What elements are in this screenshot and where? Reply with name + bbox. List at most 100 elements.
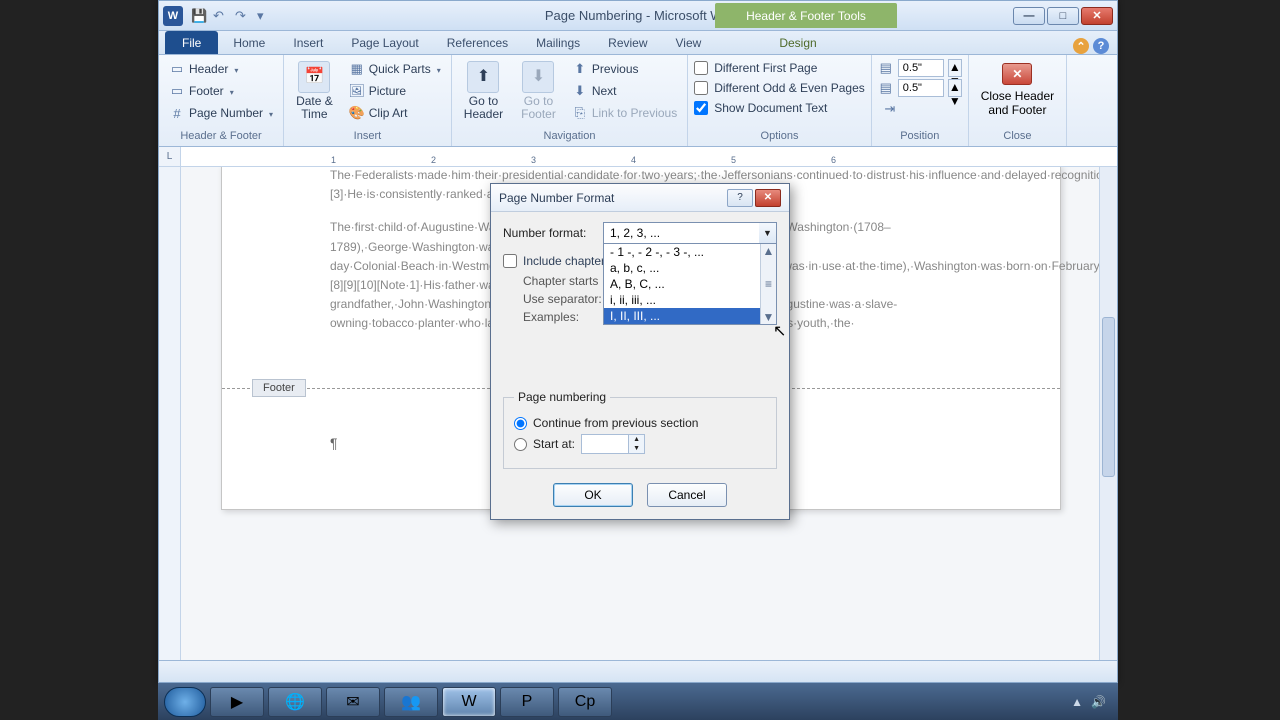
tab-design[interactable]: Design bbox=[766, 31, 829, 54]
tab-view[interactable]: View bbox=[663, 31, 715, 54]
dropdown-option[interactable]: A, B, C, ... bbox=[604, 276, 776, 292]
status-bar bbox=[159, 660, 1117, 682]
tray-icon[interactable]: ▲ bbox=[1071, 695, 1083, 709]
minimize-button[interactable]: — bbox=[1013, 7, 1045, 25]
ribbon: ▭Header ▭Footer #Page Number Header & Fo… bbox=[159, 55, 1117, 147]
taskbar-item[interactable]: ▶ bbox=[210, 687, 264, 717]
start-at-spinner[interactable]: ▲▼ bbox=[581, 434, 645, 454]
dropdown-option[interactable]: i, ii, iii, ... bbox=[604, 292, 776, 308]
window-controls: — □ ✕ bbox=[1013, 7, 1113, 25]
datetime-button[interactable]: 📅Date & Time bbox=[290, 59, 339, 123]
chevron-down-icon[interactable]: ▼ bbox=[759, 222, 777, 244]
group-label: Options bbox=[694, 130, 865, 142]
tab-references[interactable]: References bbox=[434, 31, 521, 54]
clipart-icon: 🎨 bbox=[349, 105, 365, 121]
dialog-title: Page Number Format bbox=[499, 191, 614, 205]
dropdown-option[interactable]: - 1 -, - 2 -, - 3 -, ... bbox=[604, 244, 776, 260]
continue-radio[interactable]: Continue from previous section bbox=[514, 416, 766, 430]
tab-review[interactable]: Review bbox=[595, 31, 660, 54]
number-format-input[interactable] bbox=[603, 222, 777, 244]
footer-bottom-spinner[interactable]: ▤▲▼ bbox=[878, 79, 962, 97]
tray-icon[interactable]: 🔊 bbox=[1091, 695, 1106, 709]
dropdown-option[interactable]: I, II, III, ... bbox=[604, 308, 776, 324]
previous-icon: ⬆ bbox=[572, 61, 588, 77]
taskbar-item[interactable]: ✉ bbox=[326, 687, 380, 717]
word-app-icon: W bbox=[163, 6, 183, 26]
page-numbering-fieldset: Page numbering Continue from previous se… bbox=[503, 390, 777, 469]
scrollbar-thumb[interactable] bbox=[1102, 317, 1115, 477]
pagenum-icon: # bbox=[169, 105, 185, 121]
titlebar: W 💾 ↶ ↷ ▾ Page Numbering - Microsoft Wor… bbox=[159, 1, 1117, 31]
group-label: Header & Footer bbox=[165, 130, 277, 142]
picture-button[interactable]: 🖼Picture bbox=[345, 81, 445, 101]
horizontal-ruler[interactable]: 123456 bbox=[181, 147, 1117, 166]
close-header-footer-button[interactable]: ✕ Close Header and Footer bbox=[975, 59, 1060, 121]
dialog-help-button[interactable]: ? bbox=[727, 189, 753, 207]
taskbar-item[interactable]: Cp bbox=[558, 687, 612, 717]
clipart-button[interactable]: 🎨Clip Art bbox=[345, 103, 445, 123]
header-top-spinner[interactable]: ▤▲▼ bbox=[878, 59, 962, 77]
footer-icon: ▭ bbox=[169, 83, 185, 99]
vertical-scrollbar[interactable] bbox=[1099, 167, 1117, 660]
ruler-selector[interactable]: L bbox=[159, 147, 181, 166]
cancel-button[interactable]: Cancel bbox=[647, 483, 727, 507]
ribbon-minimize-icon[interactable]: ⌃ bbox=[1073, 38, 1089, 54]
link-previous-button[interactable]: ⎘Link to Previous bbox=[568, 103, 681, 123]
ok-button[interactable]: OK bbox=[553, 483, 633, 507]
header-button[interactable]: ▭Header bbox=[165, 59, 277, 79]
start-at-radio[interactable]: Start at: ▲▼ bbox=[514, 434, 766, 454]
help-icon[interactable]: ? bbox=[1093, 38, 1109, 54]
taskbar-item-word[interactable]: W bbox=[442, 687, 496, 717]
group-label: Navigation bbox=[458, 130, 681, 142]
qat-more-icon[interactable]: ▾ bbox=[257, 8, 273, 24]
ribbon-right-icons: ⌃ ? bbox=[1073, 38, 1117, 54]
number-format-dropdown: - 1 -, - 2 -, - 3 -, ... a, b, c, ... A,… bbox=[603, 243, 777, 325]
page-number-button[interactable]: #Page Number bbox=[165, 103, 277, 123]
redo-icon[interactable]: ↷ bbox=[235, 8, 251, 24]
tab-file[interactable]: File bbox=[165, 31, 218, 54]
undo-icon[interactable]: ↶ bbox=[213, 8, 229, 24]
goto-header-button[interactable]: ⬆Go to Header bbox=[458, 59, 509, 123]
taskbar-item[interactable]: 🌐 bbox=[268, 687, 322, 717]
group-label: Position bbox=[878, 130, 962, 142]
taskbar: ▶ 🌐 ✉ 👥 W P Cp ▲🔊 bbox=[158, 683, 1118, 720]
close-button[interactable]: ✕ bbox=[1081, 7, 1113, 25]
different-odd-even-checkbox[interactable]: Different Odd & Even Pages bbox=[694, 79, 865, 97]
footer-tag: Footer bbox=[252, 379, 306, 397]
tab-mailings[interactable]: Mailings bbox=[523, 31, 593, 54]
goto-footer-button[interactable]: ⬇Go to Footer bbox=[515, 59, 562, 123]
tab-icon: ⇥ bbox=[882, 101, 898, 117]
dropdown-option[interactable]: a, b, c, ... bbox=[604, 260, 776, 276]
maximize-button[interactable]: □ bbox=[1047, 7, 1079, 25]
vertical-ruler[interactable] bbox=[159, 167, 181, 660]
quickparts-button[interactable]: ▦Quick Parts bbox=[345, 59, 445, 79]
taskbar-item-powerpoint[interactable]: P bbox=[500, 687, 554, 717]
next-button[interactable]: ⬇Next bbox=[568, 81, 681, 101]
dropdown-scrollbar[interactable]: ▲≡▼ bbox=[760, 244, 776, 324]
link-icon: ⎘ bbox=[572, 105, 588, 121]
tab-insert[interactable]: Insert bbox=[280, 31, 336, 54]
number-format-combo[interactable]: ▼ - 1 -, - 2 -, - 3 -, ... a, b, c, ... … bbox=[603, 222, 777, 244]
next-icon: ⬇ bbox=[572, 83, 588, 99]
ruler-row: L 123456 bbox=[159, 147, 1117, 167]
system-tray[interactable]: ▲🔊 bbox=[1071, 695, 1112, 709]
save-icon[interactable]: 💾 bbox=[191, 8, 207, 24]
tab-page-layout[interactable]: Page Layout bbox=[338, 31, 431, 54]
show-document-text-checkbox[interactable]: Show Document Text bbox=[694, 99, 865, 117]
tab-home[interactable]: Home bbox=[220, 31, 278, 54]
group-insert: 📅Date & Time ▦Quick Parts 🖼Picture 🎨Clip… bbox=[284, 55, 452, 146]
insert-alignment-tab-button[interactable]: ⇥ bbox=[878, 99, 962, 119]
number-format-label: Number format: bbox=[503, 226, 595, 240]
start-button[interactable] bbox=[164, 687, 206, 717]
dialog-titlebar[interactable]: Page Number Format ? ✕ bbox=[491, 184, 789, 212]
quickparts-icon: ▦ bbox=[349, 61, 365, 77]
previous-button[interactable]: ⬆Previous bbox=[568, 59, 681, 79]
dialog-close-button[interactable]: ✕ bbox=[755, 189, 781, 207]
header-icon: ▭ bbox=[169, 61, 185, 77]
taskbar-item[interactable]: 👥 bbox=[384, 687, 438, 717]
goto-footer-icon: ⬇ bbox=[522, 61, 554, 93]
footer-button[interactable]: ▭Footer bbox=[165, 81, 277, 101]
footer-pos-icon: ▤ bbox=[878, 80, 894, 96]
different-first-page-checkbox[interactable]: Different First Page bbox=[694, 59, 865, 77]
group-navigation: ⬆Go to Header ⬇Go to Footer ⬆Previous ⬇N… bbox=[452, 55, 688, 146]
